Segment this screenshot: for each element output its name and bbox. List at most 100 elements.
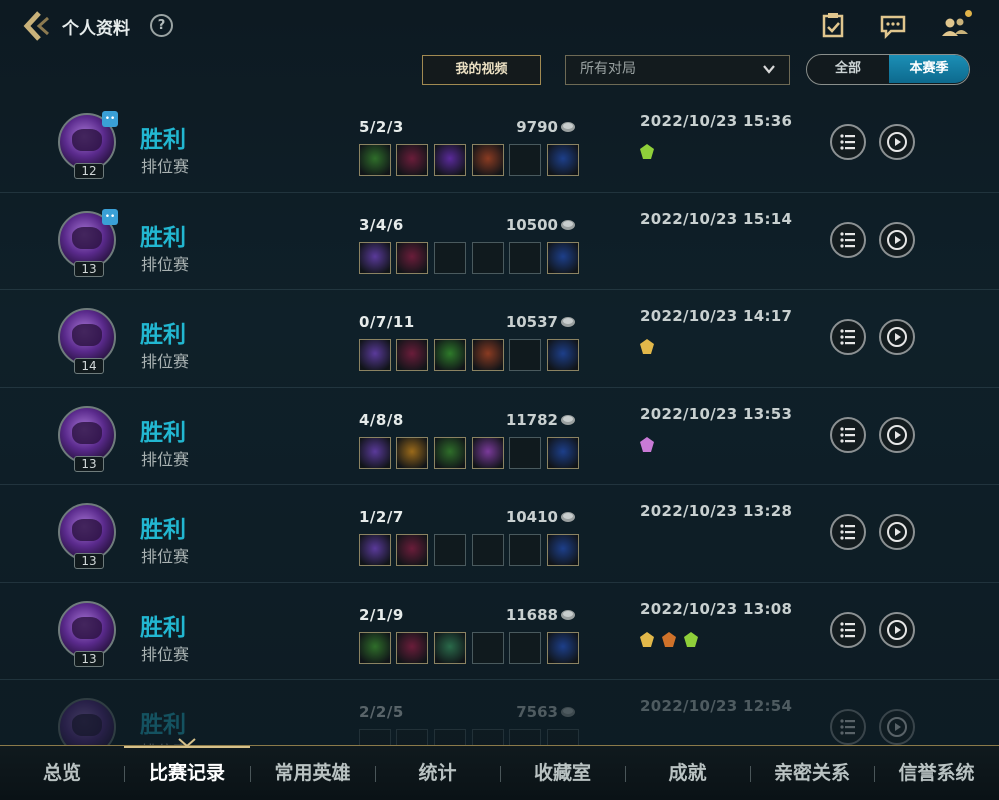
friends-button[interactable] (940, 10, 972, 40)
item-slot[interactable] (509, 339, 541, 371)
match-detail-button[interactable] (830, 611, 866, 648)
item-slot[interactable] (396, 436, 428, 469)
trinket-slot[interactable] (547, 339, 579, 371)
trinket-slot[interactable] (547, 436, 579, 469)
nav-tab[interactable]: 成就 (625, 746, 750, 800)
item-slot[interactable] (509, 241, 541, 274)
season-all-tab[interactable]: 全部 (807, 55, 889, 83)
item-slot[interactable] (434, 144, 466, 176)
match-row[interactable]: 13 胜利 排位赛 2/1/9 11688 2022/10/23 13:08 (0, 583, 999, 680)
match-detail-button[interactable] (830, 514, 866, 550)
item-slot[interactable] (434, 631, 466, 664)
season-current-tab[interactable]: 本赛季 (889, 55, 969, 83)
item-slot[interactable] (359, 339, 391, 371)
trinket-slot[interactable] (547, 534, 579, 566)
item-slot[interactable] (396, 534, 428, 566)
kda: 1/2/7 (359, 508, 404, 526)
match-result: 胜利 (140, 127, 186, 153)
item-slot[interactable] (434, 436, 466, 469)
team-badge-icon: •• (102, 111, 118, 127)
nav-tab[interactable]: 总览 (0, 746, 124, 800)
trinket-slot[interactable] (547, 241, 579, 274)
match-replay-button[interactable] (879, 611, 915, 648)
help-button[interactable]: ? (150, 14, 173, 37)
gold-amount: 10537 (505, 313, 558, 331)
match-result: 胜利 (140, 614, 186, 641)
match-replay-button[interactable] (879, 124, 915, 160)
nav-tab[interactable]: 信誉系统 (874, 746, 999, 800)
item-slot[interactable] (472, 144, 504, 176)
item-slot[interactable] (472, 241, 504, 274)
item-slot[interactable] (359, 241, 391, 274)
item-slot[interactable] (472, 534, 504, 566)
list-detail-icon (840, 524, 855, 540)
nav-tab[interactable]: 亲密关系 (750, 746, 874, 800)
kda: 3/4/6 (359, 215, 404, 234)
item-slot[interactable] (472, 436, 504, 469)
match-detail-button[interactable] (830, 416, 866, 453)
replay-icon (887, 522, 907, 542)
gold-coin-icon (561, 122, 575, 132)
match-detail-button[interactable] (830, 124, 866, 160)
match-replay-button[interactable] (879, 514, 915, 550)
chevron-down-icon (763, 65, 775, 74)
list-detail-icon (840, 621, 855, 638)
nav-tab[interactable]: 统计 (375, 746, 500, 800)
match-replay-button[interactable] (879, 416, 915, 453)
nav-separator (250, 766, 251, 782)
match-detail-button[interactable] (830, 221, 866, 258)
gold-amount: 10500 (505, 215, 558, 234)
match-replay-button[interactable] (879, 319, 915, 355)
item-slot[interactable] (359, 144, 391, 176)
item-slot[interactable] (359, 631, 391, 664)
hero-avatar: 13 (58, 503, 116, 569)
item-slot[interactable] (396, 339, 428, 371)
item-slot[interactable] (359, 534, 391, 566)
item-slot[interactable] (359, 436, 391, 469)
match-row[interactable]: 12 •• 胜利 排位赛 5/2/3 9790 2022/10/23 15:36 (0, 95, 999, 193)
match-replay-button[interactable] (879, 221, 915, 258)
match-time: 2022/10/23 14:17 (640, 307, 793, 325)
header: 个人资料 ? (0, 0, 999, 52)
match-row[interactable]: 13 胜利 排位赛 1/2/7 10410 2022/10/23 13:28 (0, 485, 999, 583)
item-slot[interactable] (472, 339, 504, 371)
match-type-select[interactable]: 所有对局 (565, 55, 790, 85)
item-slot[interactable] (509, 534, 541, 566)
item-slot[interactable] (472, 631, 504, 664)
item-slot[interactable] (396, 631, 428, 664)
item-slot[interactable] (396, 144, 428, 176)
item-slot[interactable] (509, 436, 541, 469)
hero-avatar: 13 (58, 405, 116, 472)
item-slot[interactable] (434, 534, 466, 566)
back-button[interactable] (22, 10, 56, 42)
page-title: 个人资料 (62, 19, 130, 39)
match-replay-button[interactable] (879, 709, 915, 745)
my-video-button[interactable]: 我的视频 (422, 55, 541, 85)
item-slot[interactable] (509, 144, 541, 176)
match-detail-button[interactable] (830, 709, 866, 745)
nav-tab[interactable]: 比赛记录 (124, 746, 250, 800)
achievement-badge-icon (640, 436, 654, 452)
item-slot[interactable] (434, 339, 466, 371)
trinket-slot[interactable] (547, 144, 579, 176)
hero-level: 13 (74, 553, 104, 569)
list-detail-icon (840, 426, 855, 443)
item-slot[interactable] (509, 631, 541, 664)
match-row[interactable]: 13 •• 胜利 排位赛 3/4/6 10500 2022/10/23 15:14 (0, 193, 999, 290)
checklist-button[interactable] (818, 12, 848, 40)
nav-tab[interactable]: 收藏室 (500, 746, 625, 800)
item-slot[interactable] (396, 241, 428, 274)
match-detail-button[interactable] (830, 319, 866, 355)
nav-tab[interactable]: 常用英雄 (250, 746, 375, 800)
gold-coin-icon (561, 512, 575, 522)
hero-level: 13 (74, 455, 104, 472)
item-slot[interactable] (434, 241, 466, 274)
chat-button[interactable] (878, 12, 908, 40)
match-mode: 排位赛 (141, 644, 190, 664)
match-row[interactable]: 14 胜利 排位赛 0/7/11 10537 2022/10/23 14:17 (0, 290, 999, 388)
gold-coin-icon (561, 609, 575, 620)
match-row[interactable]: 13 胜利 排位赛 4/8/8 11782 2022/10/23 13:53 (0, 388, 999, 485)
match-mode: 排位赛 (141, 449, 190, 469)
match-mode: 排位赛 (141, 547, 190, 566)
trinket-slot[interactable] (547, 631, 579, 664)
